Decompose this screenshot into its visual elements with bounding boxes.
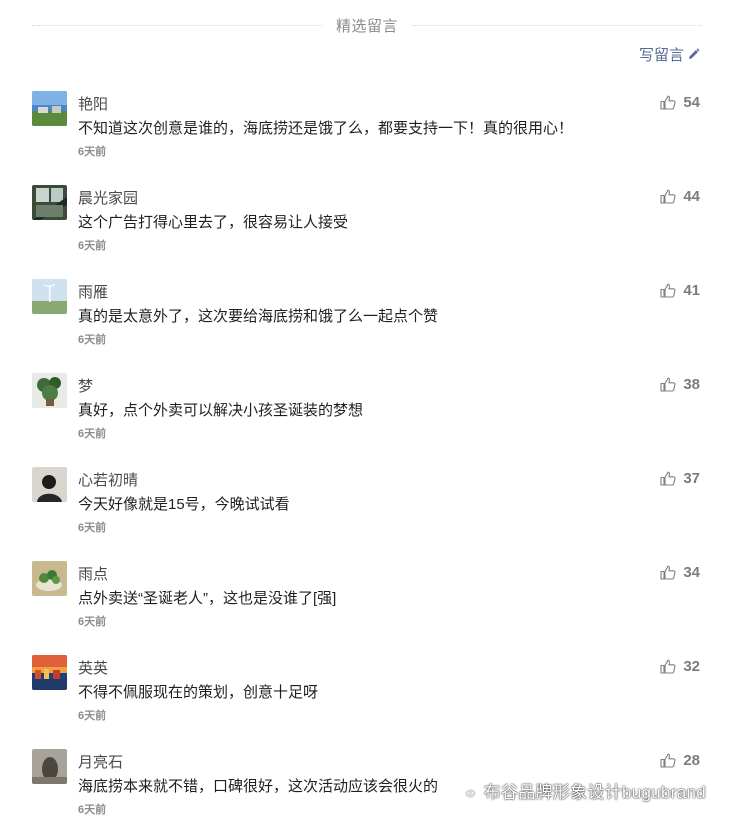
- comment-nickname: 雨点: [78, 566, 109, 583]
- comment-nickname: 月亮石: [78, 754, 124, 771]
- comment-item: 雨点 点外卖送“圣诞老人”，这也是没谁了[强] 6天前 34: [32, 561, 702, 641]
- thumbs-up-icon: [660, 95, 676, 110]
- wechat-icon: [455, 782, 477, 799]
- avatar: [32, 279, 67, 314]
- like-button[interactable]: 38: [660, 376, 700, 393]
- comment-content: 不得不佩服现在的策划，创意十足呀: [78, 684, 319, 701]
- watermark: 布谷品牌形象设计bugubrand: [455, 778, 706, 803]
- comment-nickname: 雨雁: [78, 284, 109, 301]
- like-button[interactable]: 34: [660, 564, 700, 581]
- avatar: [32, 373, 67, 408]
- comment-item: 心若初晴 今天好像就是15号，今晚试试看 6天前 37: [32, 467, 702, 547]
- like-count: 28: [683, 752, 700, 769]
- avatar: [32, 467, 67, 502]
- comment-content: 今天好像就是15号，今晚试试看: [78, 496, 290, 513]
- avatar: [32, 561, 67, 596]
- comment-time: 6天前: [78, 428, 107, 440]
- comment-nickname: 梦: [78, 378, 94, 395]
- write-comment-button[interactable]: 写留言: [639, 44, 700, 65]
- comment-nickname: 晨光家园: [78, 190, 139, 207]
- avatar: [32, 749, 67, 784]
- like-count: 41: [683, 282, 700, 299]
- comment-time: 6天前: [78, 146, 107, 158]
- comment-time: 6天前: [78, 240, 107, 252]
- like-count: 37: [683, 470, 700, 487]
- comment-time: 6天前: [78, 616, 107, 628]
- comment-item: 雨雁 真的是太意外了，这次要给海底捞和饿了么一起点个赞 6天前 41: [32, 279, 702, 359]
- comment-item: 艳阳 不知道这次创意是谁的，海底捞还是饿了么，都要支持一下！真的很用心！ 6天前…: [32, 91, 702, 171]
- comment-nickname: 英英: [78, 660, 109, 677]
- like-button[interactable]: 54: [660, 94, 700, 111]
- like-count: 32: [683, 658, 700, 675]
- thumbs-up-icon: [660, 189, 676, 204]
- like-count: 54: [683, 94, 700, 111]
- comment-item: 英英 不得不佩服现在的策划，创意十足呀 6天前 32: [32, 655, 702, 735]
- thumbs-up-icon: [660, 565, 676, 580]
- comment-time: 6天前: [78, 804, 107, 816]
- comment-content: 这个广告打得心里去了，很容易让人接受: [78, 214, 349, 231]
- comment-content: 海底捞本来就不错，口碑很好，这次活动应该会很火的: [78, 778, 439, 795]
- like-count: 38: [683, 376, 700, 393]
- thumbs-up-icon: [660, 471, 676, 486]
- comment-time: 6天前: [78, 522, 107, 534]
- comment-content: 真的是太意外了，这次要给海底捞和饿了么一起点个赞: [78, 308, 439, 325]
- thumbs-up-icon: [660, 377, 676, 392]
- divider-right: [412, 25, 702, 26]
- avatar: [32, 185, 67, 220]
- comment-time: 6天前: [78, 710, 107, 722]
- section-header: 精选留言: [32, 14, 702, 36]
- comment-item: 梦 真好，点个外卖可以解决小孩圣诞装的梦想 6天前 38: [32, 373, 702, 453]
- comment-nickname: 艳阳: [78, 96, 109, 113]
- comment-content: 真好，点个外卖可以解决小孩圣诞装的梦想: [78, 402, 364, 419]
- thumbs-up-icon: [660, 753, 676, 768]
- watermark-text: 布谷品牌形象设计bugubrand: [483, 783, 706, 802]
- write-comment-label: 写留言: [638, 47, 684, 64]
- thumbs-up-icon: [660, 659, 676, 674]
- like-button[interactable]: 37: [660, 470, 700, 487]
- comment-item: 晨光家园 这个广告打得心里去了，很容易让人接受 6天前 44: [32, 185, 702, 265]
- comment-nickname: 心若初晴: [78, 472, 139, 489]
- comment-content: 点外卖送“圣诞老人”，这也是没谁了[强]: [78, 590, 337, 607]
- like-button[interactable]: 32: [660, 658, 700, 675]
- like-button[interactable]: 44: [660, 188, 700, 205]
- like-count: 44: [683, 188, 700, 205]
- like-button[interactable]: 28: [660, 752, 700, 769]
- comment-content: 不知道这次创意是谁的，海底捞还是饿了么，都要支持一下！真的很用心！: [78, 120, 574, 137]
- thumbs-up-icon: [660, 283, 676, 298]
- like-count: 34: [683, 564, 700, 581]
- pencil-icon: [689, 48, 700, 59]
- avatar: [32, 655, 67, 690]
- avatar: [32, 91, 67, 126]
- like-button[interactable]: 41: [660, 282, 700, 299]
- comment-time: 6天前: [78, 334, 107, 346]
- comments-page: 精选留言 写留言 艳阳 不知道这次创意是谁的，海底捞还是饿了么，都要支持一下！真…: [0, 0, 730, 823]
